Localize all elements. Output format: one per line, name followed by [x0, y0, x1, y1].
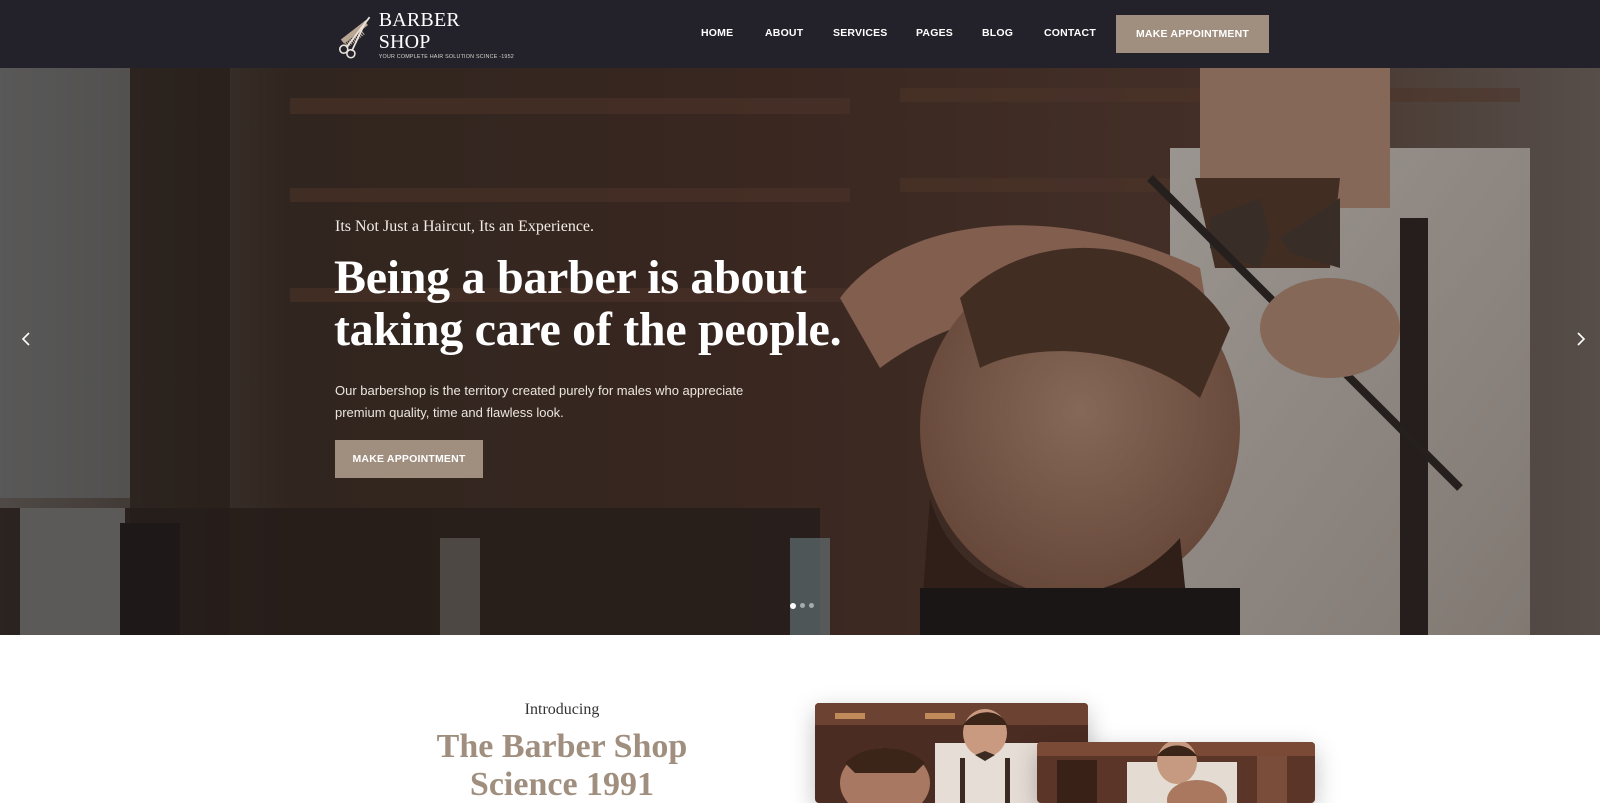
intro-title-line-2: Science 1991: [469, 766, 655, 803]
nav-services[interactable]: SERVICES: [833, 27, 888, 39]
hero-title-line-2: taking care of the people.: [334, 303, 842, 356]
nav-blog[interactable]: BLOG: [982, 27, 1013, 39]
hero-description: Our barbershop is the territory created …: [335, 380, 765, 424]
hero-title: Being a barber is about taking care of t…: [334, 252, 894, 356]
chevron-left-icon[interactable]: [16, 329, 36, 349]
slider-dot-2[interactable]: [800, 603, 805, 608]
hero-kicker: Its Not Just a Haircut, Its an Experienc…: [335, 218, 595, 235]
nav-contact[interactable]: CONTACT: [1044, 27, 1096, 39]
chevron-right-icon[interactable]: [1571, 329, 1591, 349]
nav-pages[interactable]: PAGES: [916, 27, 953, 39]
slider-dot-3[interactable]: [809, 603, 814, 608]
nav-about[interactable]: ABOUT: [765, 27, 803, 39]
intro-photo-2: [1037, 742, 1315, 803]
hero-description-line-1: Our barbershop is the territory created …: [335, 383, 744, 398]
intro-kicker: Introducing: [524, 701, 600, 718]
intro-title: The Barber Shop Science 1991: [412, 728, 712, 803]
hero-appointment-button[interactable]: MAKE APPOINTMENT: [335, 440, 483, 478]
slider-dots: [790, 602, 814, 609]
main-nav: HOME ABOUT SERVICES PAGES BLOG CONTACT: [0, 0, 1600, 68]
site-header: BARBER SHOP YOUR COMPLETE HAIR SOLUTION …: [0, 0, 1600, 68]
hero-title-line-1: Being a barber is about: [334, 251, 807, 304]
hero-slider: Its Not Just a Haircut, Its an Experienc…: [0, 68, 1600, 635]
hero-description-line-2: premium quality, time and flawless look.: [335, 405, 564, 420]
intro-title-line-1: The Barber Shop: [436, 728, 688, 765]
header-appointment-button[interactable]: MAKE APPOINTMENT: [1116, 15, 1269, 53]
barber-photo-2: [1037, 742, 1315, 803]
nav-home[interactable]: HOME: [701, 27, 733, 39]
slider-dot-1[interactable]: [790, 602, 796, 609]
